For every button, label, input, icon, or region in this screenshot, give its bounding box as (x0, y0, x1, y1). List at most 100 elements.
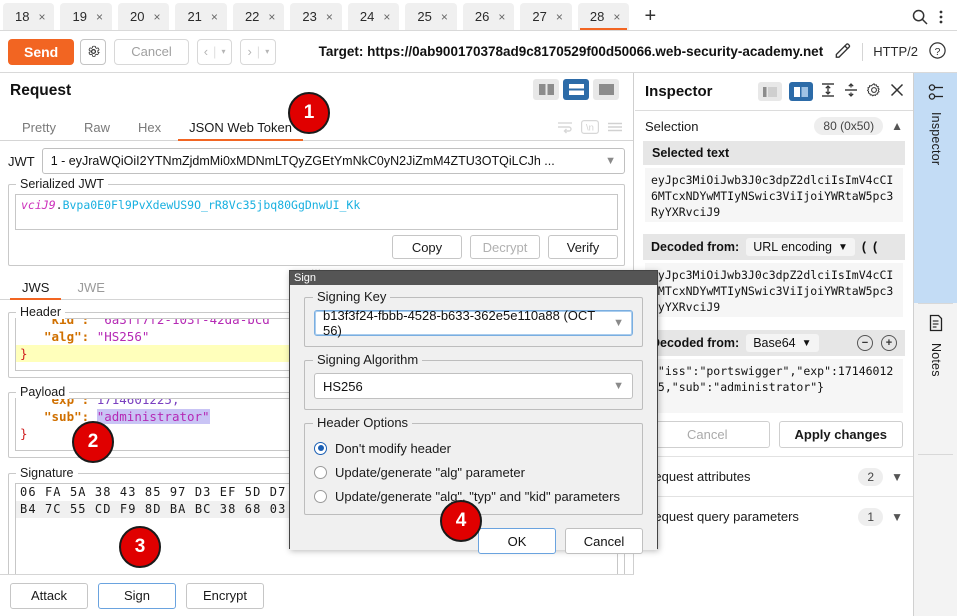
request-tab[interactable]: 24 × (347, 3, 400, 30)
tab-jwe[interactable]: JWE (63, 276, 118, 299)
decode-plus-button[interactable]: ( (873, 240, 877, 254)
decoded-value-1[interactable]: eyJpc3MiOiJwb3J0c3dpZ2dlciIsImV4cCI6MTcx… (645, 263, 903, 317)
tab-raw[interactable]: Raw (70, 114, 124, 140)
header-options-label: Header Options (313, 415, 413, 430)
close-icon[interactable]: × (498, 10, 505, 24)
selected-text-value[interactable]: eyJpc3MiOiJwb3J0c3dpZ2dlciIsImV4cCI6MTcx… (645, 168, 903, 222)
request-tab[interactable]: 18 × (3, 3, 55, 30)
request-tab[interactable]: 26 × (462, 3, 515, 30)
decoding-select[interactable]: URL encoding ▼ (746, 238, 855, 256)
new-tab-button[interactable]: + (637, 3, 663, 30)
chevron-down-icon: ▾ (265, 47, 270, 56)
kebab-menu-icon[interactable] (933, 8, 949, 26)
collapse-all-icon[interactable] (843, 82, 859, 101)
payload-key: "exp" (44, 398, 82, 407)
request-tab[interactable]: 25 × (405, 3, 457, 30)
decode-plus-button[interactable]: + (881, 335, 897, 351)
attack-button[interactable]: Attack (10, 582, 88, 609)
wrap-lines-icon[interactable] (557, 120, 573, 137)
decode-minus-button[interactable]: ( (862, 240, 866, 254)
sign-dialog-cancel-button[interactable]: Cancel (565, 528, 643, 554)
close-icon[interactable]: × (38, 10, 45, 24)
search-icon[interactable] (911, 8, 929, 26)
serialized-jwt-field[interactable]: vciJ9.Bvpa0E0Fl9PvXdewUS9O_rR8Vc35jbq80G… (15, 194, 618, 230)
stacked-layout-button[interactable] (563, 79, 589, 100)
serialized-jwt-group: Serialized JWT vciJ9.Bvpa0E0Fl9PvXdewUS9… (8, 177, 625, 266)
header-value: "6a3ff7f2-103f-42da-bcd (96, 318, 270, 327)
radio-label: Don't modify header (335, 440, 451, 456)
header-key: "alg" (44, 329, 82, 344)
verify-button[interactable]: Verify (548, 235, 618, 259)
rail-item-notes[interactable]: Notes (914, 304, 957, 454)
decoding-select[interactable]: Base64 ▼ (746, 334, 819, 352)
request-tab[interactable]: 27 × (520, 3, 572, 30)
request-tab[interactable]: 21 × (175, 3, 227, 30)
tab-json-web-token[interactable]: JSON Web Token (175, 114, 306, 141)
close-icon[interactable]: × (556, 10, 563, 24)
radio-icon (314, 465, 327, 479)
accordion-label: Request query parameters (645, 509, 799, 524)
question-circle-icon[interactable]: ? (928, 41, 947, 63)
close-icon[interactable]: × (211, 10, 218, 24)
expand-all-icon[interactable] (820, 82, 836, 101)
pencil-icon[interactable] (833, 41, 852, 63)
hamburger-menu-icon[interactable] (607, 120, 623, 137)
encrypt-button[interactable]: Encrypt (186, 582, 264, 609)
close-icon[interactable]: × (153, 10, 160, 24)
callout-badge-3: 3 (119, 526, 161, 568)
decode-minus-button[interactable]: − (857, 335, 873, 351)
request-tab[interactable]: 20 × (117, 3, 170, 30)
next-request-button[interactable]: › | ▾ (240, 38, 277, 65)
decoded-value-2[interactable]: {"iss":"portswigger","exp":1714601225,"s… (645, 359, 903, 413)
signing-algorithm-select[interactable]: HS256 ▼ (314, 373, 633, 399)
close-icon[interactable] (889, 82, 905, 101)
header-options-group: Header Options Don't modify header Updat… (304, 415, 643, 515)
tab-pretty[interactable]: Pretty (8, 114, 70, 140)
ok-button[interactable]: OK (478, 528, 556, 554)
rail-item-inspector[interactable]: Inspector (914, 73, 957, 303)
single-layout-button[interactable] (593, 79, 619, 100)
accordion-request-attributes[interactable]: Request attributes 2 ▼ (635, 456, 913, 496)
close-icon[interactable]: × (326, 10, 333, 24)
newline-icon[interactable]: \n (581, 120, 599, 137)
payload-sep: : (81, 398, 90, 407)
request-tab-active[interactable]: 28 × (577, 3, 630, 30)
sign-button[interactable]: Sign (98, 582, 176, 609)
request-tab[interactable]: 22 × (232, 3, 285, 30)
tab-hex[interactable]: Hex (124, 114, 175, 140)
side-by-side-layout-button[interactable] (533, 79, 559, 100)
chevron-down-icon[interactable]: ▼ (891, 470, 903, 484)
jwt-header-fragment: vciJ9 (21, 198, 56, 212)
selection-row[interactable]: Selection 80 (0x50) ▲ (635, 111, 913, 141)
send-button[interactable]: Send (8, 38, 75, 65)
accordion-request-query-parameters[interactable]: Request query parameters 1 ▼ (635, 496, 913, 536)
radio-update-alg[interactable]: Update/generate "alg" parameter (314, 460, 633, 484)
chevron-up-icon[interactable]: ▲ (891, 119, 903, 133)
close-icon[interactable]: × (441, 10, 448, 24)
single-pane-layout-button[interactable] (758, 82, 782, 101)
close-icon[interactable]: × (383, 10, 390, 24)
apply-changes-button[interactable]: Apply changes (778, 421, 903, 448)
svg-text:\n: \n (586, 123, 594, 134)
gear-icon[interactable] (80, 38, 107, 65)
request-tab[interactable]: 23 × (290, 3, 342, 30)
request-tab-label: 20 (129, 9, 145, 24)
request-tab[interactable]: 19 × (60, 3, 112, 30)
copy-button[interactable]: Copy (392, 235, 462, 259)
chevron-down-icon[interactable]: ▼ (891, 510, 903, 524)
split-pane-layout-button[interactable] (789, 82, 813, 101)
chevron-down-icon: ▾ (221, 47, 226, 56)
close-icon[interactable]: × (96, 10, 103, 24)
close-icon[interactable]: × (613, 10, 620, 24)
jwt-select[interactable]: 1 - eyJraWQiOiI2YTNmZjdmMi0xMDNmLTQyZGEt… (41, 148, 625, 174)
close-icon[interactable]: × (268, 10, 275, 24)
tab-jws[interactable]: JWS (8, 276, 63, 300)
signing-key-select[interactable]: b13f3f24-fbbb-4528-b633-362e5e110a88 (OC… (314, 308, 633, 338)
radio-dont-modify-header[interactable]: Don't modify header (314, 436, 633, 460)
http-version-label[interactable]: HTTP/2 (873, 44, 918, 59)
chevron-down-icon: ▼ (801, 337, 812, 349)
gear-icon[interactable] (866, 82, 882, 101)
cancel-button[interactable]: Cancel (114, 38, 189, 65)
radio-label: Update/generate "alg", "typ" and "kid" p… (335, 488, 620, 504)
previous-request-button[interactable]: ‹ | ▾ (196, 38, 233, 65)
